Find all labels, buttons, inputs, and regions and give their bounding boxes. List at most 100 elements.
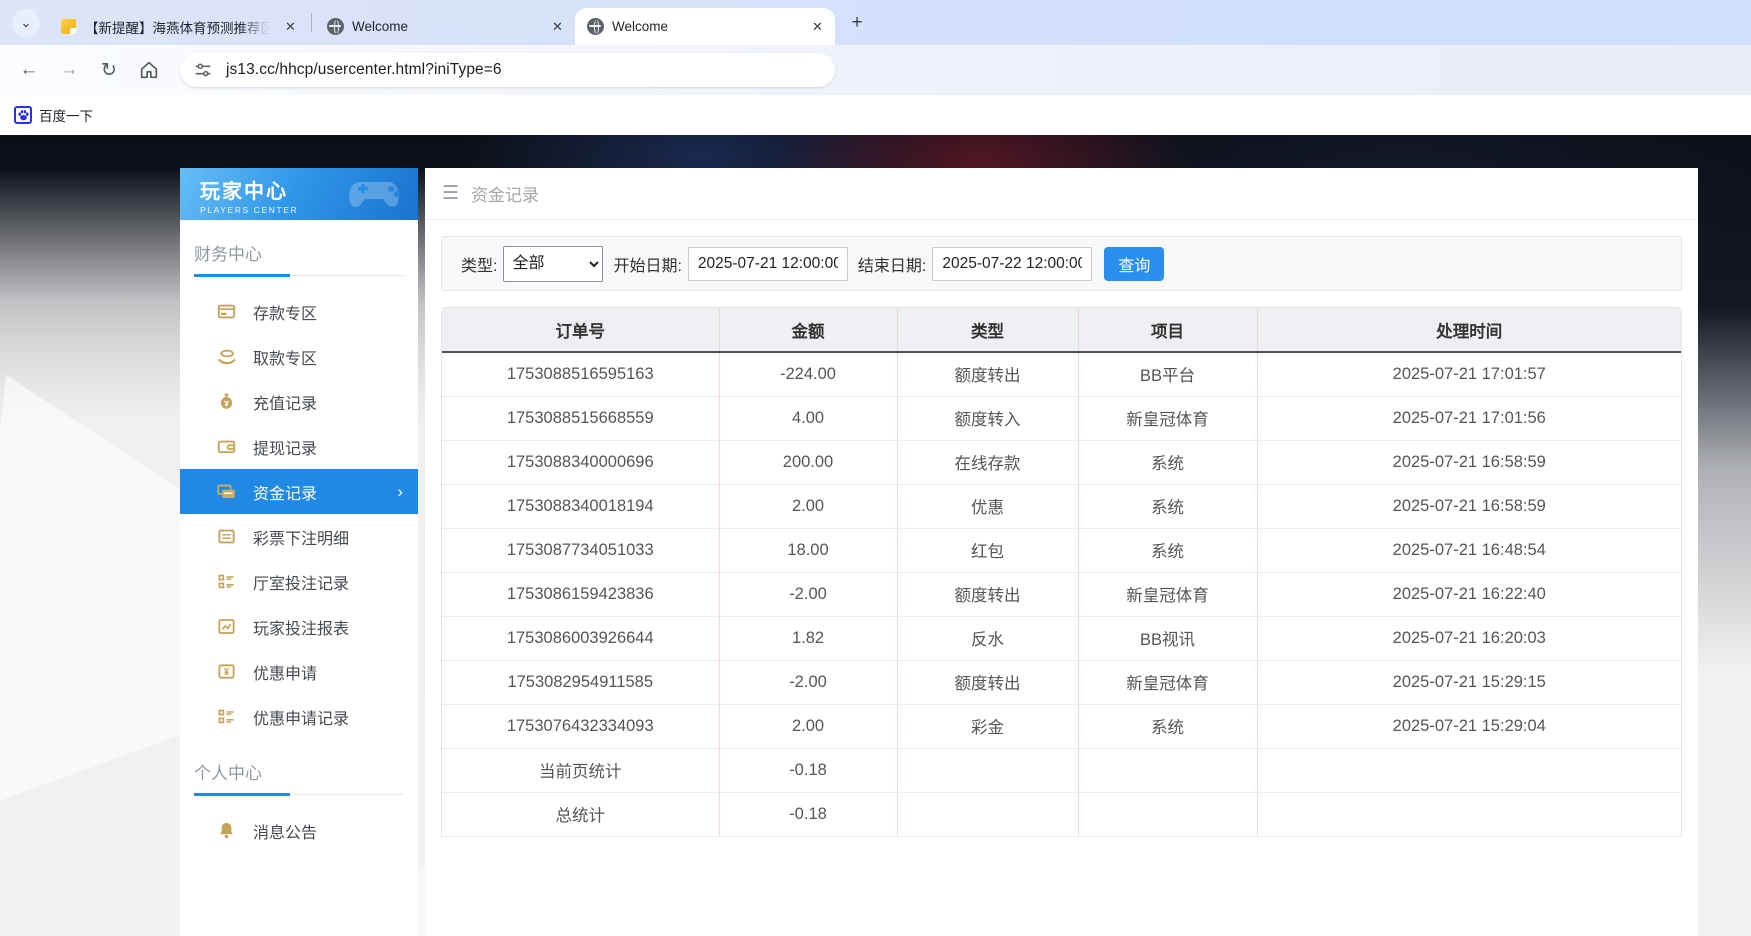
funds-cards-icon <box>217 482 236 501</box>
table-cell: 2.00 <box>719 484 897 528</box>
table-cell <box>1078 792 1257 836</box>
table-cell: 1753086003926644 <box>442 616 719 660</box>
menu-icon[interactable]: ☰ <box>442 182 459 205</box>
document-lines-icon <box>217 527 236 546</box>
sidebar-item-厅室投注记录[interactable]: 厅室投注记录› <box>180 559 418 604</box>
table-cell: 系统 <box>1078 440 1257 484</box>
table-cell: 1753086159423836 <box>442 572 719 616</box>
table-cell: 红包 <box>897 528 1078 572</box>
list-squares-icon <box>217 572 236 591</box>
address-bar[interactable]: js13.cc/hhcp/usercenter.html?iniType=6 <box>180 53 835 87</box>
back-button[interactable]: ← <box>12 53 46 87</box>
tab-title: Welcome <box>352 19 540 34</box>
table-cell: 2025-07-21 16:22:40 <box>1257 572 1681 616</box>
bookmark-baidu[interactable]: 百度一下 <box>14 105 93 125</box>
table-cell <box>1257 792 1681 836</box>
sidebar-item-玩家投注报表[interactable]: 玩家投注报表› <box>180 604 418 649</box>
end-date-label: 结束日期: <box>858 252 926 276</box>
close-icon[interactable]: ✕ <box>808 17 827 36</box>
table-cell: 2025-07-21 17:01:57 <box>1257 352 1681 396</box>
table-cell: 2025-07-21 17:01:56 <box>1257 396 1681 440</box>
bell-icon <box>217 821 236 840</box>
new-tab-button[interactable]: + <box>843 9 871 37</box>
chevron-right-icon: › <box>397 482 403 502</box>
sidebar-item-取款专区[interactable]: 取款专区› <box>180 334 418 379</box>
sidebar-section-title: 个人中心 <box>194 759 404 795</box>
table-row: 17530885156685594.00额度转入新皇冠体育2025-07-21 … <box>442 396 1681 440</box>
sidebar-item-label: 玩家投注报表 <box>253 615 349 639</box>
type-label: 类型: <box>461 252 497 276</box>
sidebar-nav: 财务中心存款专区›取款专区›充值记录›提现记录›资金记录›彩票下注明细›厅室投注… <box>180 240 418 853</box>
table-cell: -224.00 <box>719 352 897 396</box>
tab-divider <box>311 13 312 32</box>
sidebar-item-label: 取款专区 <box>253 345 317 369</box>
end-date-input[interactable] <box>932 247 1092 281</box>
table-cell <box>1078 748 1257 792</box>
table-row: 17530860039266441.82反水BB视讯2025-07-21 16:… <box>442 616 1681 660</box>
table-cell: 优惠 <box>897 484 1078 528</box>
table-cell: 新皇冠体育 <box>1078 660 1257 704</box>
table-cell: 新皇冠体育 <box>1078 572 1257 616</box>
table-cell: BB视讯 <box>1078 616 1257 660</box>
globe-favicon <box>327 18 344 35</box>
table-row: 当前页统计-0.18 <box>442 748 1681 792</box>
table-cell: 2025-07-21 15:29:15 <box>1257 660 1681 704</box>
withdraw-hand-icon <box>217 347 236 366</box>
close-icon[interactable]: ✕ <box>548 17 567 36</box>
sidebar-item-充值记录[interactable]: 充值记录› <box>180 379 418 424</box>
sidebar-item-存款专区[interactable]: 存款专区› <box>180 289 418 334</box>
reload-button[interactable]: ↻ <box>92 53 126 87</box>
table-cell: 额度转出 <box>897 572 1078 616</box>
site-settings-tune-icon[interactable] <box>192 59 214 81</box>
table-cell: 额度转出 <box>897 660 1078 704</box>
table-cell: 总统计 <box>442 792 719 836</box>
table-cell: 在线存款 <box>897 440 1078 484</box>
list-squares-icon <box>217 707 236 726</box>
column-header: 订单号 <box>442 308 719 352</box>
table-cell: 1753087734051033 <box>442 528 719 572</box>
gamepad-icon <box>346 174 408 214</box>
table-cell: 2025-07-21 16:58:59 <box>1257 440 1681 484</box>
sidebar-item-label: 消息公告 <box>253 819 317 843</box>
search-button[interactable]: 查询 <box>1104 247 1164 281</box>
table-cell: 1753088340018194 <box>442 484 719 528</box>
panel-header: ☰ 资金记录 <box>425 168 1698 220</box>
table-cell: 18.00 <box>719 528 897 572</box>
browser-tab-3-active[interactable]: Welcome ✕ <box>575 8 835 45</box>
home-button[interactable] <box>132 53 166 87</box>
globe-favicon <box>587 18 604 35</box>
forward-button[interactable]: → <box>52 53 86 87</box>
sidebar-item-group: 存款专区›取款专区›充值记录›提现记录›资金记录›彩票下注明细›厅室投注记录›玩… <box>180 289 418 739</box>
sidebar-item-消息公告[interactable]: 消息公告› <box>180 808 418 853</box>
note-favicon <box>60 18 77 35</box>
start-date-input[interactable] <box>688 247 848 281</box>
table-cell: 2025-07-21 16:58:59 <box>1257 484 1681 528</box>
funds-table: 订单号金额类型项目处理时间 1753088516595163-224.00额度转… <box>441 307 1682 837</box>
chart-report-icon <box>217 617 236 636</box>
table-header-row: 订单号金额类型项目处理时间 <box>442 308 1681 352</box>
sidebar-item-优惠申请[interactable]: 优惠申请› <box>180 649 418 694</box>
table-cell: 1753076432334093 <box>442 704 719 748</box>
table-cell: 彩金 <box>897 704 1078 748</box>
table-cell <box>897 792 1078 836</box>
column-header: 项目 <box>1078 308 1257 352</box>
sidebar-item-资金记录[interactable]: 资金记录› <box>180 469 418 514</box>
close-icon[interactable]: ✕ <box>281 17 300 36</box>
table-row: 1753088516595163-224.00额度转出BB平台2025-07-2… <box>442 352 1681 396</box>
table-cell: 额度转出 <box>897 352 1078 396</box>
sidebar-item-提现记录[interactable]: 提现记录› <box>180 424 418 469</box>
sidebar-item-label: 提现记录 <box>253 435 317 459</box>
sidebar-item-优惠申请记录[interactable]: 优惠申请记录› <box>180 694 418 739</box>
sidebar-item-label: 厅室投注记录 <box>253 570 349 594</box>
table-cell <box>1257 748 1681 792</box>
table-row: 17530764323340932.00彩金系统2025-07-21 15:29… <box>442 704 1681 748</box>
start-date-label: 开始日期: <box>613 252 681 276</box>
type-select[interactable]: 全部 <box>503 246 603 282</box>
table-cell <box>897 748 1078 792</box>
browser-tab-2[interactable]: Welcome ✕ <box>315 8 575 45</box>
sidebar-item-label: 优惠申请记录 <box>253 705 349 729</box>
table-cell: 1753088516595163 <box>442 352 719 396</box>
sidebar-item-彩票下注明细[interactable]: 彩票下注明细› <box>180 514 418 559</box>
browser-tab-1[interactable]: 【新提醒】海燕体育预测推荐区 ✕ <box>48 8 308 45</box>
tab-search-button[interactable]: ⌄ <box>12 9 40 37</box>
